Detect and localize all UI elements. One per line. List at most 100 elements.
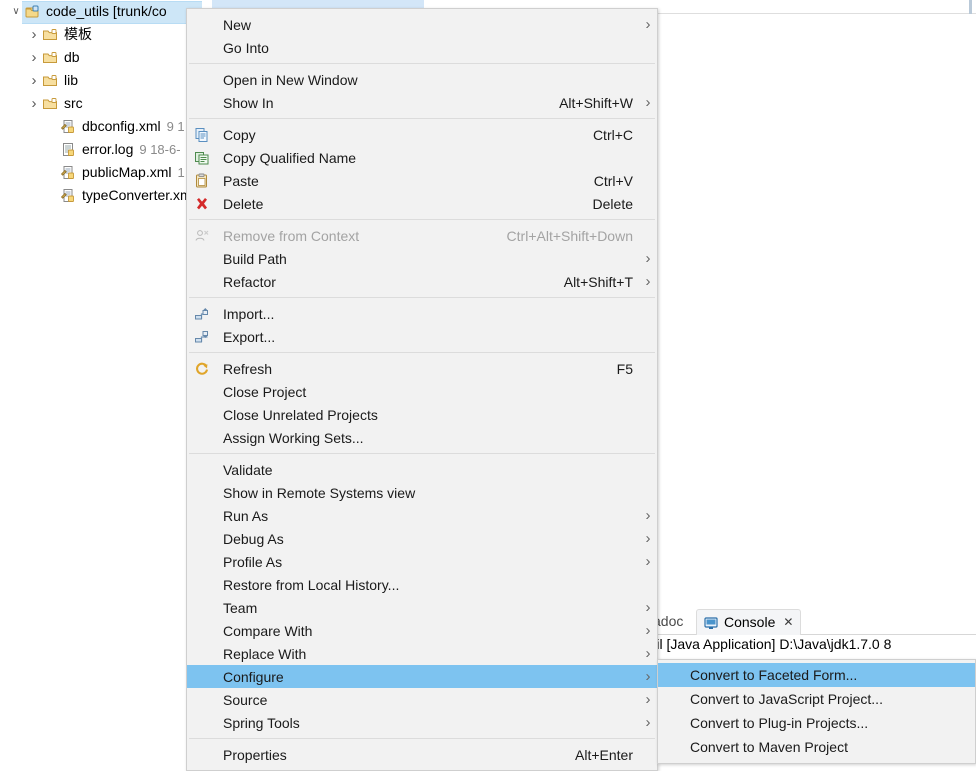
menu-arrow-slot: › [639, 195, 657, 212]
menu-item-label: Export... [223, 328, 276, 345]
tree-item[interactable]: ∨ code_utils [trunk/co [0, 1, 202, 24]
tree-item-label: code_utils [trunk/co [46, 3, 167, 19]
tab-console[interactable]: Console ✕ [696, 609, 802, 635]
menu-item-shortcut: Ctrl+Alt+Shift+Down [506, 227, 633, 244]
menu-arrow-slot: › [639, 461, 657, 478]
xml-file-icon [60, 165, 77, 181]
submenu-item-convert-to-faceted-form[interactable]: Convert to Faceted Form... [658, 663, 975, 687]
chevron-right-icon[interactable]: › [26, 24, 42, 45]
menu-item-refresh[interactable]: Refresh F5 › [187, 357, 657, 380]
menu-item-label: Copy Qualified Name [223, 149, 357, 166]
menu-item-restore-from-local-history[interactable]: Restore from Local History... › [187, 573, 657, 596]
close-icon[interactable]: ✕ [783, 610, 793, 635]
submenu-item-convert-to-maven-project[interactable]: Convert to Maven Project [658, 735, 975, 759]
chevron-right-icon: › [645, 16, 651, 33]
menu-item-label: Run As [223, 507, 269, 524]
menu-item-copy[interactable]: Copy Ctrl+C › [187, 123, 657, 146]
menu-item-go-into[interactable]: Go Into › [187, 36, 657, 59]
menu-item-configure[interactable]: Configure › [187, 665, 657, 688]
menu-item-close-project[interactable]: Close Project › [187, 380, 657, 403]
tree-item-label: dbconfig.xml [82, 118, 161, 134]
chevron-down-icon[interactable]: ∨ [8, 1, 24, 22]
menu-item-validate[interactable]: Validate › [187, 458, 657, 481]
menu-item-run-as[interactable]: Run As › [187, 504, 657, 527]
menu-item-remove-from-context: Remove from Context Ctrl+Alt+Shift+Down › [187, 224, 657, 247]
menu-item-paste[interactable]: Paste Ctrl+V › [187, 169, 657, 192]
tree-item[interactable]: error.log 9 18-6- [0, 139, 181, 160]
console-tab-row: adoc Console ✕ [612, 606, 976, 635]
menu-item-delete[interactable]: Delete Delete › [187, 192, 657, 215]
menu-separator [189, 297, 655, 298]
menu-item-shortcut: Ctrl+V [593, 172, 633, 189]
menu-item-assign-working-sets[interactable]: Assign Working Sets... › [187, 426, 657, 449]
tree-item[interactable]: › src [0, 93, 83, 114]
tree-item[interactable]: typeConverter.xm [0, 185, 192, 206]
chevron-right-icon[interactable]: › [26, 70, 42, 91]
menu-arrow-slot: › [639, 172, 657, 189]
menu-item-label: Go Into [223, 39, 269, 56]
menu-item-properties[interactable]: Properties Alt+Enter › [187, 743, 657, 766]
menu-item-label: Compare With [223, 622, 313, 639]
tree-item[interactable]: › db [0, 47, 80, 68]
menu-item-show-in-remote-systems-view[interactable]: Show in Remote Systems view › [187, 481, 657, 504]
menu-item-label: Show In [223, 94, 274, 111]
menu-item-team[interactable]: Team › [187, 596, 657, 619]
menu-arrow-slot: › [639, 383, 657, 400]
submenu-item-convert-to-plug-in-projects[interactable]: Convert to Plug-in Projects... [658, 711, 975, 735]
submenu-item-label: Convert to JavaScript Project... [690, 691, 883, 707]
menu-item-label: Replace With [223, 645, 307, 662]
folder-icon [42, 27, 59, 43]
tree-item[interactable]: publicMap.xml 1 [0, 162, 185, 183]
submenu-item-convert-to-javascript-project[interactable]: Convert to JavaScript Project... [658, 687, 975, 711]
menu-item-export[interactable]: Export... › [187, 325, 657, 348]
menu-arrow-slot: › [639, 39, 657, 56]
folder-icon [42, 73, 59, 89]
tree-item-meta: 9 1 [166, 119, 185, 134]
tree-item[interactable]: › lib [0, 70, 79, 91]
menu-separator [189, 352, 655, 353]
menu-item-shortcut: Alt+Shift+W [559, 94, 633, 111]
tree-item-label: 模板 [64, 26, 92, 42]
configure-submenu[interactable]: Convert to Faceted Form... Convert to Jav… [657, 659, 976, 764]
menu-item-label: Spring Tools [223, 714, 300, 731]
menu-item-copy-qualified-name[interactable]: Copy Qualified Name › [187, 146, 657, 169]
tree-item-label: lib [64, 72, 79, 88]
tree-item-label: db [64, 49, 80, 65]
submenu-item-label: Convert to Faceted Form... [690, 667, 858, 683]
menu-item-build-path[interactable]: Build Path › [187, 247, 657, 270]
tree-item[interactable]: › 模板 [0, 24, 93, 45]
menu-item-label: Import... [223, 305, 275, 322]
paste-icon [187, 173, 217, 189]
menu-item-profile-as[interactable]: Profile As › [187, 550, 657, 573]
menu-item-debug-as[interactable]: Debug As › [187, 527, 657, 550]
tree-item-meta: 1 [177, 165, 185, 180]
menu-item-shortcut: Alt+Shift+T [563, 273, 633, 290]
menu-item-open-in-new-window[interactable]: Open in New Window › [187, 68, 657, 91]
menu-arrow-slot: › [639, 429, 657, 446]
xml-file-icon [60, 188, 77, 204]
vertical-splitter[interactable] [969, 0, 972, 14]
tree-item-meta: 9 18-6- [139, 142, 181, 157]
menu-item-close-unrelated-projects[interactable]: Close Unrelated Projects › [187, 403, 657, 426]
menu-item-import[interactable]: Import... › [187, 302, 657, 325]
menu-item-spring-tools[interactable]: Spring Tools › [187, 711, 657, 734]
menu-separator [189, 738, 655, 739]
chevron-right-icon: › [645, 530, 651, 547]
menu-item-compare-with[interactable]: Compare With › [187, 619, 657, 642]
chevron-right-icon: › [645, 273, 651, 290]
menu-item-label: Configure [223, 668, 284, 685]
menu-item-replace-with[interactable]: Replace With › [187, 642, 657, 665]
menu-item-show-in[interactable]: Show In Alt+Shift+W › [187, 91, 657, 114]
export-icon [187, 329, 217, 345]
menu-item-label: Remove from Context [223, 227, 360, 244]
menu-item-label: Close Project [223, 383, 307, 400]
tree-item[interactable]: dbconfig.xml 9 1 [0, 116, 185, 137]
chevron-right-icon[interactable]: › [26, 47, 42, 68]
menu-item-new[interactable]: New › [187, 13, 657, 36]
menu-item-refactor[interactable]: Refactor Alt+Shift+T › [187, 270, 657, 293]
menu-item-source[interactable]: Source › [187, 688, 657, 711]
menu-arrow-slot: › [639, 406, 657, 423]
context-menu[interactable]: New › Go Into › Open in New Window › Show In Al… [186, 8, 658, 771]
chevron-right-icon[interactable]: › [26, 93, 42, 114]
menu-arrow-slot: › [639, 746, 657, 763]
